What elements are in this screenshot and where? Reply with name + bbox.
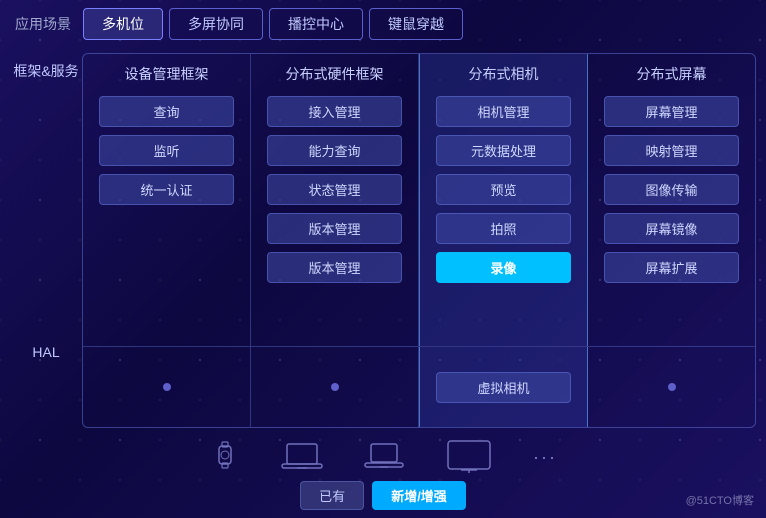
watermark: @51CTO博客 (686, 492, 754, 508)
col-device-mgmt: 设备管理框架 查询 监听 统一认证 (83, 54, 251, 346)
btn-photo[interactable]: 拍照 (436, 213, 572, 244)
btn-screen-extend[interactable]: 屏幕扩展 (604, 252, 740, 283)
btn-state-mgmt[interactable]: 状态管理 (267, 174, 403, 205)
btn-query[interactable]: 查询 (99, 96, 235, 127)
btn-version-mgmt-2[interactable]: 版本管理 (267, 252, 403, 283)
left-labels: 框架&服务 HAL (10, 53, 82, 428)
more-devices-icon: ··· (533, 447, 557, 468)
col-distributed-screen-buttons: 屏幕管理 映射管理 图像传输 屏幕镜像 屏幕扩展 (596, 96, 747, 283)
hal-col-1 (83, 347, 251, 427)
col-device-mgmt-buttons: 查询 监听 统一认证 (91, 96, 242, 205)
content-area: 框架&服务 HAL 设备管理框架 查询 监听 统一认证 分布式硬件框架 (0, 48, 766, 433)
btn-capability-query[interactable]: 能力查询 (267, 135, 403, 166)
icon-laptop (281, 441, 323, 473)
nav-scene-label: 应用场景 (15, 14, 71, 34)
label-hal: HAL (10, 336, 82, 368)
col-distributed-hw: 分布式硬件框架 接入管理 能力查询 状态管理 版本管理 版本管理 (251, 54, 419, 346)
icon-tv (445, 439, 493, 475)
col-distributed-hw-buttons: 接入管理 能力查询 状态管理 版本管理 版本管理 (259, 96, 410, 283)
col-distributed-screen-title: 分布式屏幕 (637, 64, 707, 84)
hal-dot-4 (668, 383, 676, 391)
btn-version-mgmt-1[interactable]: 版本管理 (267, 213, 403, 244)
btn-screen-mirror[interactable]: 屏幕镜像 (604, 213, 740, 244)
row-framework: 设备管理框架 查询 监听 统一认证 分布式硬件框架 接入管理 能力查询 状态管理… (83, 54, 755, 347)
btn-monitor[interactable]: 监听 (99, 135, 235, 166)
tab-multi-position[interactable]: 多机位 (83, 8, 163, 40)
label-framework: 框架&服务 (10, 53, 82, 89)
icon-laptop2 (363, 441, 405, 473)
top-nav: 应用场景 多机位 多屏协同 播控中心 键鼠穿越 (0, 0, 766, 48)
btn-screen-mgmt[interactable]: 屏幕管理 (604, 96, 740, 127)
tab-multi-screen[interactable]: 多屏协同 (169, 8, 263, 40)
hal-col-camera: 虚拟相机 (419, 347, 588, 427)
hal-col-2 (251, 347, 419, 427)
icon-watch (209, 438, 241, 476)
col-distributed-camera-buttons: 相机管理 元数据处理 预览 拍照 录像 (428, 96, 579, 283)
main-container: 应用场景 多机位 多屏协同 播控中心 键鼠穿越 框架&服务 HAL 设备管理框架… (0, 0, 766, 518)
nav-tabs: 多机位 多屏协同 播控中心 键鼠穿越 (83, 8, 463, 40)
tab-broadcast[interactable]: 播控中心 (269, 8, 363, 40)
btn-access-mgmt[interactable]: 接入管理 (267, 96, 403, 127)
col-distributed-hw-title: 分布式硬件框架 (286, 64, 384, 84)
main-grid: 设备管理框架 查询 监听 统一认证 分布式硬件框架 接入管理 能力查询 状态管理… (82, 53, 756, 428)
hal-dot-2 (331, 383, 339, 391)
bottom-buttons: 已有 新增/增强 (300, 481, 466, 510)
device-icons: ··· (209, 438, 557, 476)
col-distributed-camera: 分布式相机 相机管理 元数据处理 预览 拍照 录像 (419, 54, 588, 346)
col-device-mgmt-title: 设备管理框架 (125, 64, 209, 84)
hal-col-4 (588, 347, 755, 427)
btn-camera-mgmt[interactable]: 相机管理 (436, 96, 572, 127)
btn-virtual-camera[interactable]: 虚拟相机 (436, 372, 572, 403)
btn-record[interactable]: 录像 (436, 252, 572, 283)
btn-unified-auth[interactable]: 统一认证 (99, 174, 235, 205)
btn-metadata[interactable]: 元数据处理 (436, 135, 572, 166)
bottom-area: ··· 已有 新增/增强 (0, 433, 766, 518)
btn-preview[interactable]: 预览 (436, 174, 572, 205)
row-hal: 虚拟相机 (83, 347, 755, 427)
btn-image-transfer[interactable]: 图像传输 (604, 174, 740, 205)
btn-mapping-mgmt[interactable]: 映射管理 (604, 135, 740, 166)
btn-new-enhanced[interactable]: 新增/增强 (372, 481, 466, 510)
btn-existing[interactable]: 已有 (300, 481, 364, 510)
col-distributed-camera-title: 分布式相机 (469, 64, 539, 84)
tab-kvm[interactable]: 键鼠穿越 (369, 8, 463, 40)
hal-dot-1 (163, 383, 171, 391)
col-distributed-screen: 分布式屏幕 屏幕管理 映射管理 图像传输 屏幕镜像 屏幕扩展 (588, 54, 755, 346)
